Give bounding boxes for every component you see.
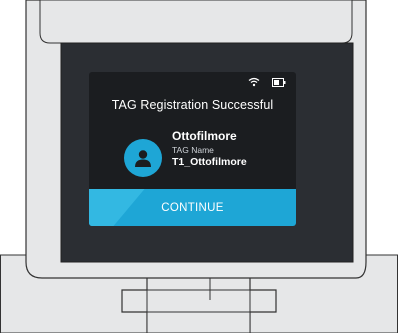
screen-title: TAG Registration Successful	[111, 98, 274, 112]
continue-button[interactable]: CONTINUE	[89, 189, 296, 226]
user-avatar-icon	[124, 139, 162, 177]
continue-button-label: CONTINUE	[161, 201, 224, 214]
wifi-icon	[248, 74, 260, 92]
battery-icon	[272, 74, 286, 92]
tag-name-label: TAG Name	[172, 145, 214, 155]
device-screen: TAG Registration Successful Ottofilmore …	[89, 72, 296, 226]
tag-name-value: T1_Ottofilmore	[172, 156, 247, 168]
device: TAG Registration Successful Ottofilmore …	[0, 0, 398, 333]
user-card: Ottofilmore TAG Name T1_Ottofilmore	[124, 127, 294, 189]
user-name: Ottofilmore	[172, 129, 237, 143]
status-bar	[248, 75, 286, 91]
user-info: Ottofilmore TAG Name T1_Ottofilmore	[172, 129, 247, 168]
button-accent-stripe	[89, 189, 145, 226]
